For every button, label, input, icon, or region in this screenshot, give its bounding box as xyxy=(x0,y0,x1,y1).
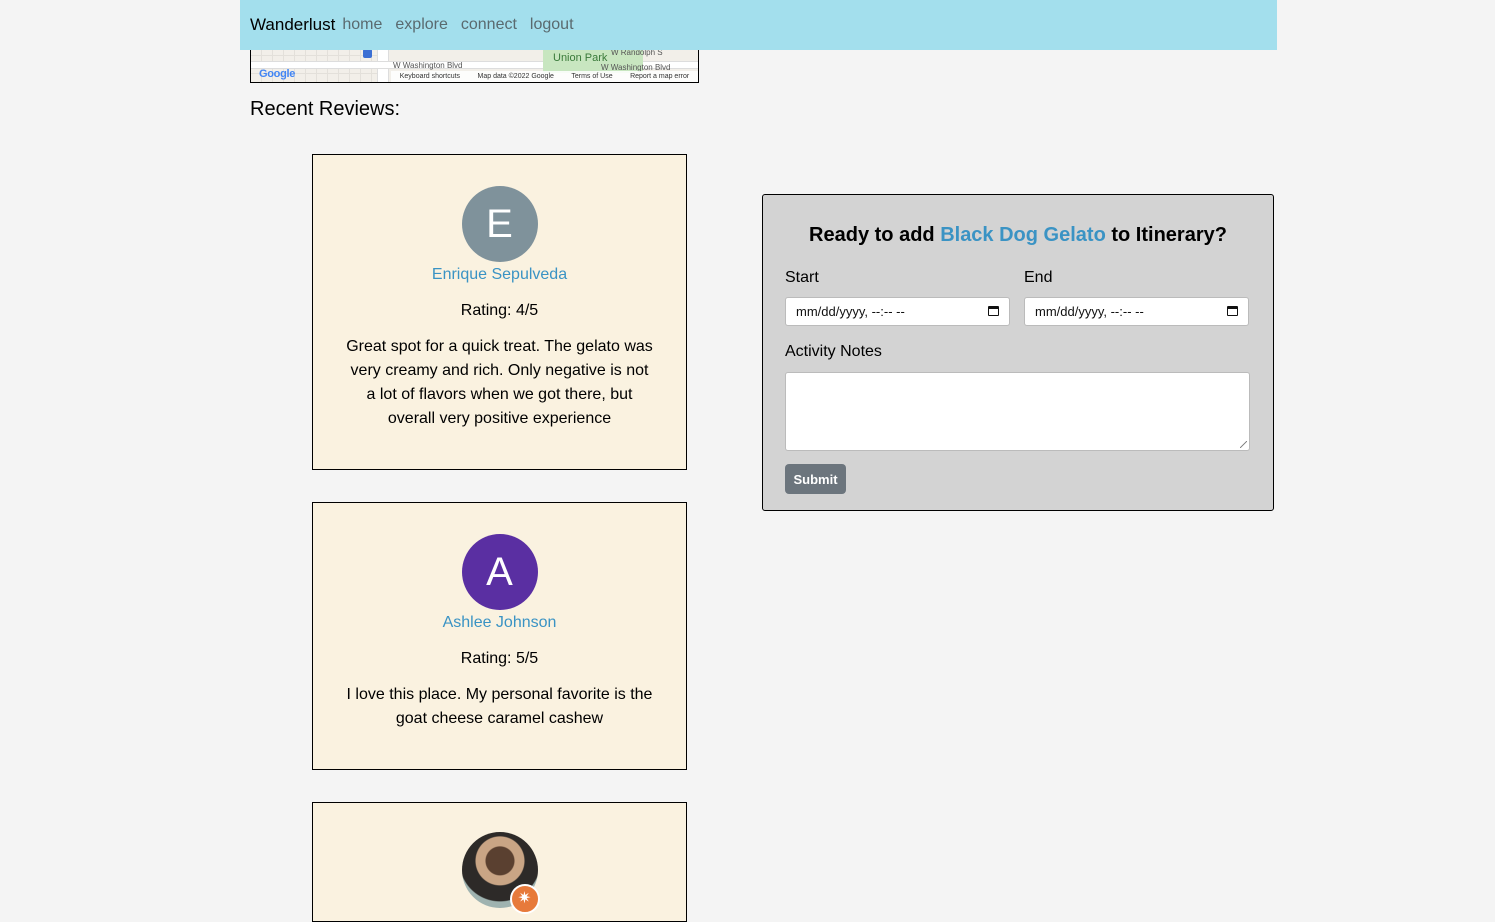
star-icon: ✷ xyxy=(509,884,540,914)
review-rating: Rating: 5/5 xyxy=(460,650,539,667)
itinerary-form-title: Ready to add Black Dog Gelato to Itinera… xyxy=(763,224,1273,247)
title-suffix: to Itinerary? xyxy=(1111,224,1227,246)
review-card: A Ashlee Johnson Rating: 5/5 I love this… xyxy=(312,502,687,770)
calendar-icon[interactable] xyxy=(1227,306,1238,316)
avatar-initial: A xyxy=(486,549,513,594)
start-label: Start xyxy=(785,269,819,286)
add-to-itinerary-form: Ready to add Black Dog Gelato to Itinera… xyxy=(762,194,1274,511)
review-rating: Rating: 4/5 xyxy=(460,302,539,319)
report-map-error-link[interactable]: Report a map error xyxy=(630,73,689,80)
map-park-label: Union Park xyxy=(553,52,608,64)
activity-notes-label: Activity Notes xyxy=(785,343,882,360)
avatar[interactable]: E xyxy=(461,186,538,262)
nav-logout-link[interactable]: logout xyxy=(530,16,574,34)
transit-icon xyxy=(363,49,372,58)
end-datetime-value: mm/dd/yyyy, --:-- -- xyxy=(1035,304,1144,319)
end-label: End xyxy=(1024,269,1053,286)
map-footer: Keyboard shortcuts Map data ©2022 Google… xyxy=(391,71,698,82)
resize-handle-icon[interactable] xyxy=(1240,441,1247,448)
review-card: E Enrique Sepulveda Rating: 4/5 Great sp… xyxy=(312,154,687,470)
terms-of-use-link[interactable]: Terms of Use xyxy=(571,73,612,80)
end-datetime-input[interactable]: mm/dd/yyyy, --:-- -- xyxy=(1024,297,1249,326)
brand-logo[interactable]: Wanderlust xyxy=(250,15,335,35)
review-card: ✷ xyxy=(312,802,687,922)
review-text: I love this place. My personal favorite … xyxy=(346,686,653,727)
place-name-link[interactable]: Black Dog Gelato xyxy=(940,224,1106,246)
map-street-label: W Washington Blvd xyxy=(393,61,463,70)
activity-notes-textarea[interactable] xyxy=(785,372,1250,451)
keyboard-shortcuts-link[interactable]: Keyboard shortcuts xyxy=(400,73,460,80)
nav-explore-link[interactable]: explore xyxy=(395,16,447,34)
calendar-icon[interactable] xyxy=(988,306,999,316)
recent-reviews-heading: Recent Reviews: xyxy=(250,98,401,120)
top-navbar: Wanderlust home explore connect logout xyxy=(240,0,1277,50)
title-prefix: Ready to add xyxy=(809,224,935,246)
avatar-photo[interactable]: ✷ xyxy=(461,832,540,914)
avatar[interactable]: A xyxy=(461,534,538,610)
reviewer-name-link[interactable]: Enrique Sepulveda xyxy=(313,266,686,284)
nav-home-link[interactable]: home xyxy=(342,16,382,34)
reviewer-name-link[interactable]: Ashlee Johnson xyxy=(313,614,686,632)
submit-button[interactable]: Submit xyxy=(785,464,846,494)
map-data-attribution: Map data ©2022 Google xyxy=(477,73,554,80)
nav-connect-link[interactable]: connect xyxy=(461,16,517,34)
start-datetime-input[interactable]: mm/dd/yyyy, --:-- -- xyxy=(785,297,1010,326)
google-logo: Google xyxy=(259,68,296,80)
review-text: Great spot for a quick treat. The gelato… xyxy=(346,338,653,427)
avatar-initial: E xyxy=(486,201,513,246)
start-datetime-value: mm/dd/yyyy, --:-- -- xyxy=(796,304,905,319)
